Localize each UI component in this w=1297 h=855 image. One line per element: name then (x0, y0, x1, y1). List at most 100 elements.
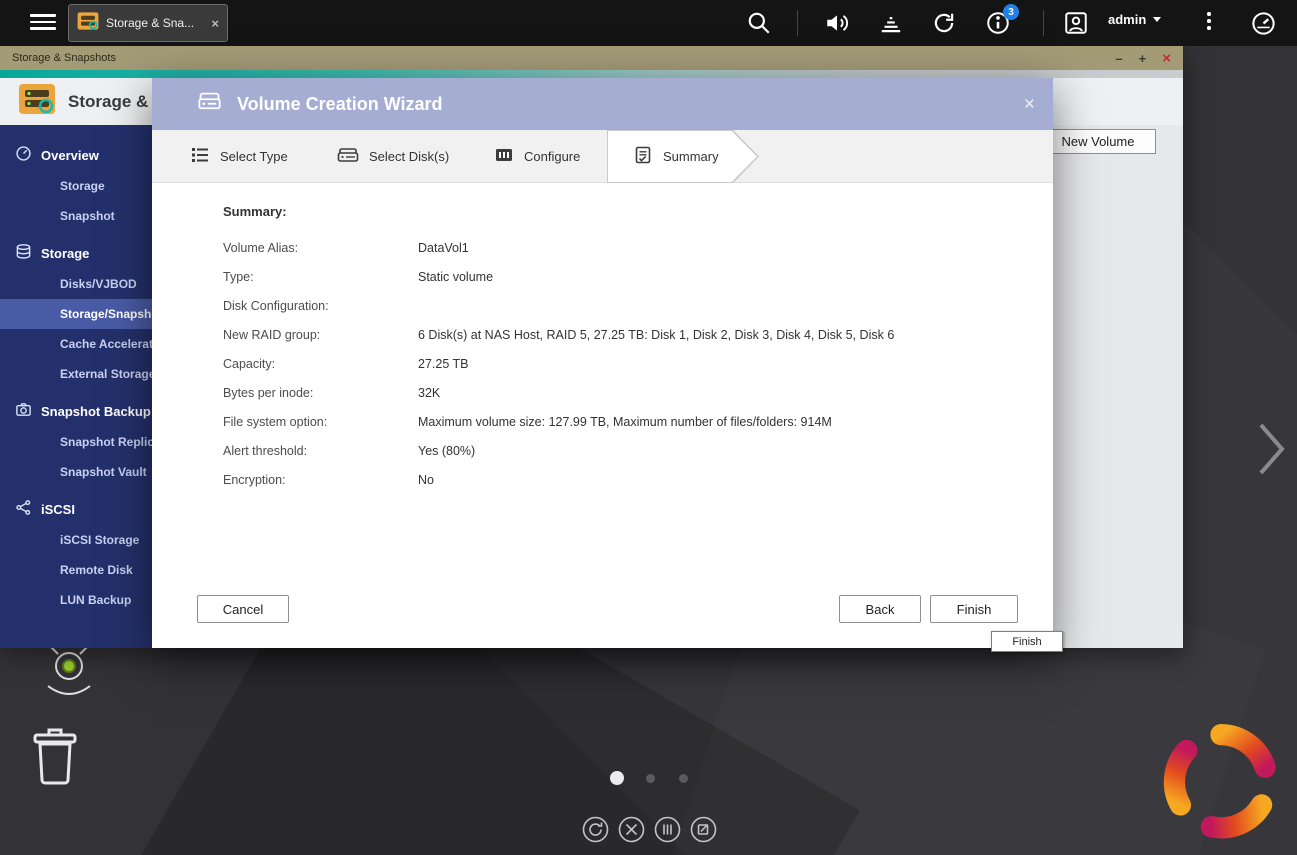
sidebar-section-iscsi[interactable]: iSCSI (0, 493, 152, 525)
tab-close-icon[interactable]: × (211, 16, 219, 31)
sidebar-item-snapshot-vault[interactable]: Snapshot Vault (0, 457, 152, 487)
row-value: No (418, 473, 434, 487)
configure-icon (494, 145, 514, 168)
sidebar-item-snapshot[interactable]: Snapshot (0, 201, 152, 231)
step-label: Select Type (220, 149, 288, 164)
sidebar-section-snapshot-backup[interactable]: Snapshot Backup (0, 395, 152, 427)
summary-row-new-raid-group: New RAID group: 6 Disk(s) at NAS Host, R… (223, 320, 1023, 349)
window-titlebar[interactable]: Storage & Snapshots – + × (0, 46, 1183, 70)
sidebar-item-external-storage[interactable]: External Storage (0, 359, 152, 389)
window-accent-bar (0, 70, 1183, 78)
user-icon[interactable] (1063, 10, 1089, 36)
storage-snapshots-app-icon (77, 10, 99, 37)
cancel-button[interactable]: Cancel (197, 595, 289, 623)
window-title: Storage & Snapshots (12, 52, 116, 64)
sidebar-item-storage-snapshots[interactable]: Storage/Snapshots (0, 299, 152, 329)
step-summary-active[interactable]: Summary (633, 130, 719, 183)
main-menu-icon[interactable] (30, 14, 56, 32)
row-label: Disk Configuration: (223, 299, 418, 313)
tools-icon[interactable] (618, 816, 645, 843)
sidebar-item-snapshot-replica[interactable]: Snapshot Replica (0, 427, 152, 457)
brand-swirl-logo (1150, 708, 1292, 855)
search-icon[interactable] (746, 10, 772, 36)
desktop: Storage & Snapshots – + × Storage & Snap… (0, 0, 1297, 855)
step-label: Configure (524, 149, 580, 164)
sidebar-section-label: Snapshot Backup (41, 404, 151, 419)
wizard-steps: Select Type Select Disk(s) (152, 130, 1053, 183)
finish-button[interactable]: Finish (930, 595, 1018, 623)
tab-label: Storage & Sna... (106, 16, 204, 30)
sync-icon[interactable] (582, 816, 609, 843)
sidebar-section-label: Storage (41, 246, 89, 261)
notifications-icon[interactable]: 3 (985, 10, 1011, 36)
summary-heading: Summary: (223, 204, 1023, 224)
back-button[interactable]: Back (839, 595, 921, 623)
app-tab-storage-snapshots[interactable]: Storage & Sna... × (68, 4, 228, 42)
window-close-button[interactable]: × (1162, 51, 1171, 66)
sidebar-item-cache-acceleration[interactable]: Cache Acceleration (0, 329, 152, 359)
step-label: Select Disk(s) (369, 149, 449, 164)
sidebar-item-lun-backup[interactable]: LUN Backup (0, 585, 152, 615)
step-select-type[interactable]: Select Type (190, 130, 288, 183)
sidebar-section-overview[interactable]: Overview (0, 139, 152, 171)
volume-creation-wizard-dialog: Volume Creation Wizard × Select Type (152, 78, 1053, 648)
compose-icon[interactable] (690, 816, 717, 843)
desktop-page-dot[interactable] (646, 774, 655, 783)
row-label: File system option: (223, 415, 418, 429)
desktop-page-dot[interactable] (679, 774, 688, 783)
overview-icon (15, 145, 32, 165)
sidebar-section-storage[interactable]: Storage (0, 237, 152, 269)
sidebar: Overview Storage Snapshot Storage Disks/… (0, 125, 152, 648)
topbar-divider (797, 10, 798, 36)
sidebar-item-remote-disk[interactable]: Remote Disk (0, 555, 152, 585)
window-minimize-button[interactable]: – (1115, 52, 1122, 65)
row-value: 6 Disk(s) at NAS Host, RAID 5, 27.25 TB:… (418, 328, 894, 342)
sidebar-item-storage[interactable]: Storage (0, 171, 152, 201)
close-icon[interactable]: × (1024, 95, 1035, 114)
summary-row-volume-alias: Volume Alias: DataVol1 (223, 233, 1023, 262)
row-label: Capacity: (223, 357, 418, 371)
more-options-icon[interactable] (1205, 12, 1213, 33)
disk-icon (337, 145, 359, 168)
step-label: Summary (663, 149, 719, 164)
storage-snapshots-app-icon (18, 80, 56, 123)
dashboard-icon[interactable] (1250, 10, 1276, 36)
wizard-header: Volume Creation Wizard × (152, 78, 1053, 130)
row-label: Alert threshold: (223, 444, 418, 458)
volume-icon (196, 88, 223, 120)
recycle-bin-icon[interactable] (28, 726, 82, 791)
desktop-page-dot-active[interactable] (610, 771, 624, 785)
qbot-widget[interactable] (34, 642, 106, 709)
summary-row-file-system-option: File system option: Maximum volume size:… (223, 407, 1023, 436)
panels-icon[interactable] (654, 816, 681, 843)
resource-monitor-icon[interactable] (878, 10, 904, 36)
volume-icon[interactable] (824, 10, 850, 36)
wizard-title: Volume Creation Wizard (237, 94, 443, 115)
desktop-next-chevron-icon[interactable] (1256, 420, 1288, 483)
sidebar-item-disks-vjbod[interactable]: Disks/VJBOD (0, 269, 152, 299)
user-name-label: admin (1108, 12, 1146, 27)
user-menu[interactable]: admin (1108, 12, 1161, 27)
topbar-divider (1043, 10, 1044, 36)
window-maximize-button[interactable]: + (1139, 52, 1147, 65)
sidebar-section-label: Overview (41, 148, 99, 163)
chevron-down-icon (1153, 17, 1161, 22)
step-select-disks[interactable]: Select Disk(s) (337, 130, 449, 183)
summary-row-encryption: Encryption: No (223, 465, 1023, 494)
main-menu-bar: Storage & Sna... × (0, 0, 1297, 46)
snapshot-backup-icon (15, 401, 32, 421)
iscsi-icon (15, 499, 32, 519)
row-label: Encryption: (223, 473, 418, 487)
summary-row-alert-threshold: Alert threshold: Yes (80%) (223, 436, 1023, 465)
sidebar-item-iscsi-storage[interactable]: iSCSI Storage (0, 525, 152, 555)
background-tasks-icon[interactable] (931, 10, 957, 36)
sidebar-section-label: iSCSI (41, 502, 75, 517)
summary-row-disk-configuration: Disk Configuration: (223, 291, 1023, 320)
summary-row-bytes-per-inode: Bytes per inode: 32K (223, 378, 1023, 407)
new-volume-button[interactable]: New Volume (1040, 129, 1156, 154)
row-label: Volume Alias: (223, 241, 418, 255)
step-configure[interactable]: Configure (494, 130, 580, 183)
row-value: 32K (418, 386, 440, 400)
row-label: New RAID group: (223, 328, 418, 342)
finish-tooltip: Finish (991, 631, 1063, 652)
